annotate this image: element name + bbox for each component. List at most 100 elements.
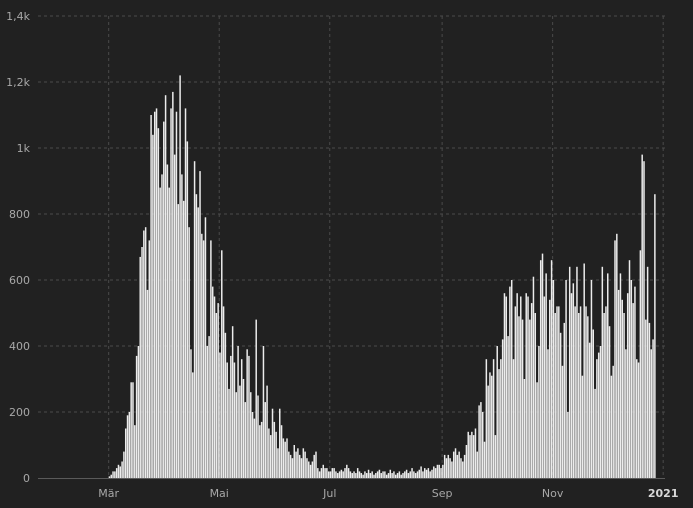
y-axis: 0 200 400 600 800 1k 1,2k 1,4k [6,10,30,485]
bar [246,349,248,478]
bar [423,468,426,478]
bar [636,359,638,478]
x-tick-label: Mai [210,487,229,500]
bar [360,473,363,478]
bar [420,466,422,478]
bar [164,95,167,478]
bar [612,365,614,478]
bar [491,375,493,478]
bar [500,359,502,478]
bar [320,468,323,478]
x-tick-label: 2021 [648,487,679,500]
bar [545,273,547,478]
bar [217,303,219,478]
bar [221,250,223,478]
bar [239,385,241,478]
x-tick-label: Sep [432,487,453,500]
bar [367,469,370,478]
bar [429,471,431,478]
bar [628,260,631,478]
bar [541,253,544,478]
bar [121,461,123,478]
bar [512,359,515,478]
bar [134,425,136,478]
bar [599,346,602,478]
bar [284,441,286,478]
bar [190,349,192,478]
bar [616,233,618,478]
bar [375,473,377,478]
bar [177,204,180,478]
bar [146,289,149,478]
bar [143,230,145,478]
bar [351,473,353,478]
bar [389,469,392,478]
bar [335,471,337,478]
bar [362,474,364,478]
bar [626,293,629,478]
bar [269,435,272,478]
bar [637,362,640,478]
bar [405,469,408,478]
bar [529,319,531,478]
bar [277,448,279,478]
bar [583,263,585,478]
bar [396,473,399,478]
bar [369,473,372,478]
bar [141,247,143,478]
bar [172,91,174,479]
bar [317,468,319,478]
x-axis: Mär Mai Jul Sep Nov 2021 [38,478,679,500]
bar [654,194,656,478]
bar [257,395,259,478]
bar [608,326,611,478]
bar [539,260,542,478]
bar [416,471,419,478]
bar [498,369,500,478]
bar [518,316,520,478]
bar [226,362,228,478]
bar [110,474,112,478]
bar [447,454,450,478]
bar [625,349,627,478]
bar [251,412,254,478]
bar [195,194,198,478]
bar [193,161,196,478]
bar [607,273,609,478]
bar [215,313,218,478]
bar [262,346,265,478]
bar [398,471,401,478]
bar [201,233,203,478]
bar [184,108,187,479]
x-tick-label: Nov [542,487,564,500]
bar [460,458,462,478]
bar [400,474,402,478]
bar [433,466,435,478]
bar [592,329,594,478]
bar [166,164,169,478]
bar [525,293,527,478]
bar [275,431,277,478]
bar [233,362,236,478]
bar [306,458,308,478]
bar [150,115,152,478]
bar [295,451,297,478]
bar [449,458,451,478]
bar [581,375,584,478]
bar [478,405,480,478]
bar [579,306,582,478]
bar [338,471,341,478]
bar [643,161,645,478]
bar [170,108,172,479]
bar [565,280,567,478]
bar [630,280,633,478]
bar [124,428,127,478]
bar [282,438,285,478]
bar [364,471,366,478]
bar [496,346,498,478]
bar [427,468,430,478]
bars [108,75,656,479]
bar [152,134,154,479]
y-tick-label: 0 [23,472,30,485]
bar [480,402,482,478]
